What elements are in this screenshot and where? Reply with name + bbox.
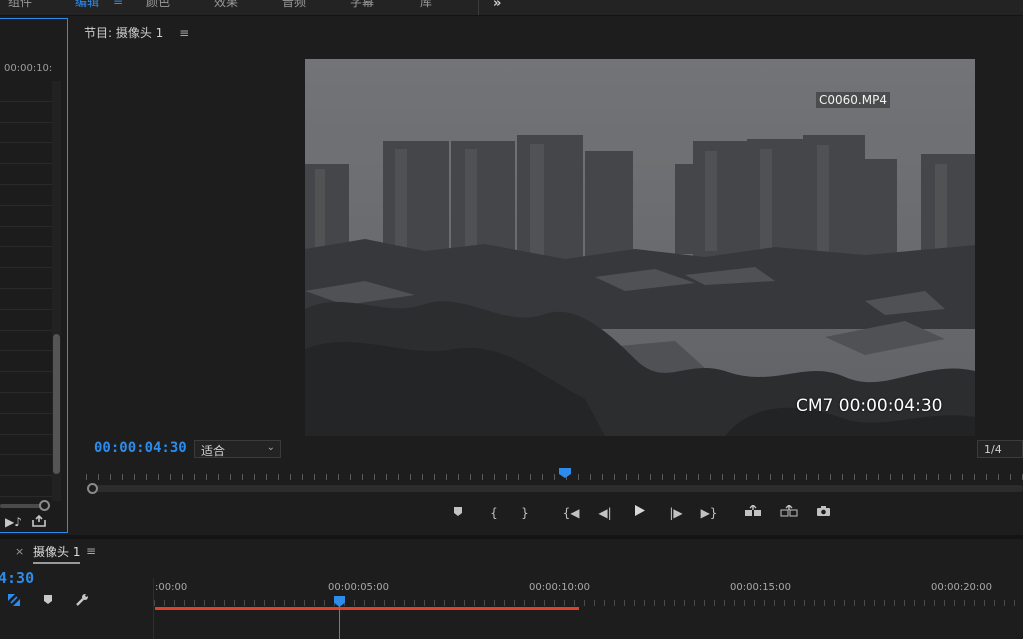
timeline-playhead-line	[339, 606, 340, 639]
playback-resolution-value: 1/4	[984, 443, 1002, 456]
timeline-ruler-label: 00:00:15:00	[730, 582, 792, 593]
go-to-out-icon[interactable]: ▶}	[699, 503, 719, 523]
workspace-tab-effects[interactable]: 效果	[214, 0, 238, 10]
workspace-bar: 组件 编辑 ≡ 颜色 效果 音频 字幕 库 »	[0, 0, 1023, 16]
step-back-icon[interactable]: ◀|	[595, 503, 615, 523]
panel-divider[interactable]	[0, 535, 1023, 539]
workspace-tab-captions[interactable]: 字幕	[350, 0, 374, 10]
workspace-tab-editing[interactable]: 编辑	[75, 0, 99, 10]
export-frame-icon[interactable]	[32, 514, 46, 530]
program-video-frame[interactable]: C0060.MP4 CM7 00:00:04:30	[305, 59, 975, 436]
step-forward-icon[interactable]: |▶	[666, 503, 686, 523]
program-monitor-title[interactable]: 节目: 摄像头 1	[84, 26, 163, 40]
more-workspaces-icon[interactable]: »	[493, 0, 501, 11]
wrench-settings-icon[interactable]	[74, 593, 90, 609]
close-sequence-tab-icon[interactable]: ×	[15, 545, 24, 558]
source-vertical-scrollbar[interactable]	[52, 81, 61, 501]
program-time-ruler[interactable]	[86, 466, 1023, 482]
mark-in-icon[interactable]: {	[484, 503, 504, 523]
source-panel: 00:00:10: ▶♪	[0, 18, 68, 533]
source-scroll-thumb[interactable]	[53, 334, 60, 474]
sequence-menu-icon[interactable]: ≡	[86, 544, 96, 558]
timeline-ruler[interactable]: :00:00 00:00:05:00 00:00:10:00 00:00:15:…	[153, 578, 1023, 639]
add-timeline-marker-icon[interactable]	[40, 593, 56, 609]
workspace-tab-assembly[interactable]: 组件	[8, 0, 32, 10]
play-icon[interactable]	[630, 503, 650, 523]
timeline-ruler-label: 00:00:20:00	[931, 582, 993, 593]
zoom-level-value: 适合	[201, 444, 226, 458]
workspace-tab-libraries[interactable]: 库	[420, 0, 432, 10]
timeline-ruler-ticks	[154, 600, 1023, 606]
source-track-rows	[0, 81, 52, 501]
timeline-current-timecode[interactable]: 4:30	[0, 569, 34, 587]
snap-icon[interactable]	[6, 593, 22, 609]
program-zoom-scrollbar[interactable]	[90, 485, 1023, 492]
workspace-tab-audio[interactable]: 音频	[282, 0, 306, 10]
program-ruler-ticks	[86, 474, 1023, 480]
city-scene-image	[305, 59, 975, 436]
source-ruler-time: 00:00:10:	[4, 63, 53, 74]
workspace-tab-color[interactable]: 颜色	[146, 0, 170, 10]
timeline-ruler-label: 00:00:05:00	[328, 582, 390, 593]
zoom-level-select[interactable]: 适合 ⌄	[194, 440, 281, 458]
insert-audio-icon[interactable]: ▶♪	[5, 515, 22, 529]
camera-export-frame-icon[interactable]	[813, 503, 833, 523]
burned-timecode-overlay: CM7 00:00:04:30	[796, 396, 943, 416]
program-zoom-handle[interactable]	[87, 483, 98, 494]
program-monitor-header: 节目: 摄像头 1 ≡	[84, 24, 189, 41]
mark-out-icon[interactable]: }	[515, 503, 535, 523]
extract-icon[interactable]	[779, 503, 799, 523]
program-menu-icon[interactable]: ≡	[179, 26, 189, 40]
playback-resolution-select[interactable]: 1/4	[977, 440, 1023, 458]
go-to-in-icon[interactable]: {◀	[561, 503, 581, 523]
timeline-ruler-label: 00:00:10:00	[529, 582, 591, 593]
timeline-ruler-label: :00:00	[155, 582, 188, 593]
workspace-menu-icon[interactable]: ≡	[113, 0, 123, 8]
lift-icon[interactable]	[743, 503, 763, 523]
add-marker-icon[interactable]	[448, 503, 468, 523]
clip-name-overlay: C0060.MP4	[816, 92, 890, 108]
chevron-down-icon: ⌄	[266, 442, 275, 453]
sequence-tab[interactable]: 摄像头 1	[33, 543, 81, 564]
program-current-timecode[interactable]: 00:00:04:30	[94, 440, 187, 456]
work-area-bar[interactable]	[155, 607, 579, 610]
workspace-divider	[478, 0, 479, 15]
source-zoom-handle[interactable]	[39, 500, 50, 511]
